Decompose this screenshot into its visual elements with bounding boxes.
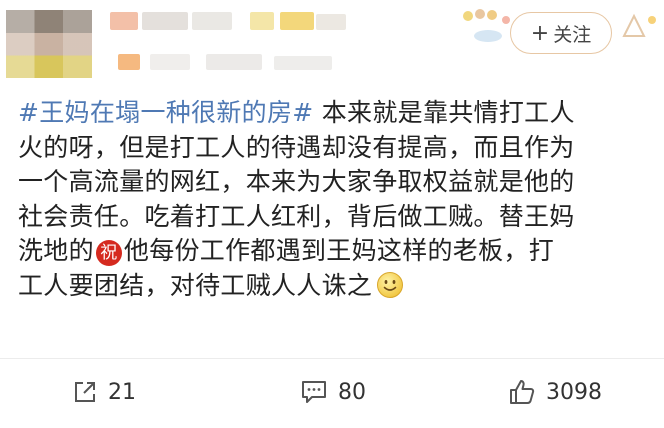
blurred-meta	[150, 54, 190, 70]
comment-button[interactable]: 80	[300, 374, 366, 410]
post-header: + 关注	[0, 0, 664, 90]
decoration-icon	[622, 13, 656, 37]
thumbs-up-icon	[510, 380, 535, 404]
post-line: 火的呀，但是打工人的待遇却没有提高，而且作为	[18, 132, 575, 162]
blurred-meta	[206, 54, 262, 70]
post-line: #王妈在塌一种很新的房# 本来就是靠共情打工人	[18, 96, 648, 131]
post-line: 一个高流量的网红，本来为大家争取权益就是他的	[18, 167, 575, 196]
divider	[0, 358, 664, 359]
post-line: 工人要团结，对待工贼人人诛之	[18, 269, 648, 304]
follow-button[interactable]: + 关注	[510, 12, 612, 54]
blurred-meta	[118, 54, 140, 70]
repost-count: 21	[108, 379, 136, 405]
blurred-username[interactable]	[192, 12, 232, 30]
blurred-username[interactable]	[316, 14, 346, 30]
blurred-username[interactable]	[280, 12, 314, 30]
action-bar: 21 80 3098	[0, 362, 664, 422]
badge-icon	[463, 9, 510, 42]
like-count: 3098	[546, 379, 602, 405]
comment-icon	[302, 381, 326, 403]
blessing-emoji-icon: 祝	[95, 240, 122, 266]
post-line: 社会责任。吃着打工人红利，背后做工贼。替王妈	[18, 201, 575, 231]
post-text: 工人要团结，对待工贼人人诛之	[18, 270, 373, 300]
blurred-meta	[274, 56, 332, 70]
post-content: #王妈在塌一种很新的房# 本来就是靠共情打工人 火的呀，但是打工人的待遇却没有提…	[18, 96, 648, 303]
share-icon	[75, 382, 95, 402]
post-text: 洗地的	[18, 236, 94, 265]
blurred-username[interactable]	[250, 12, 274, 30]
comment-count: 80	[338, 379, 366, 405]
hashtag-link[interactable]: #王妈在塌一种很新的房#	[18, 98, 314, 127]
post-text: 本来就是靠共情打工人	[321, 98, 575, 127]
avatar[interactable]	[6, 10, 92, 78]
like-button[interactable]: 3098	[508, 374, 602, 410]
plus-icon: +	[530, 20, 550, 46]
post-line: 洗地的祝他每份工作都遇到王妈这样的老板，打	[18, 234, 648, 269]
smile-emoji-icon	[377, 271, 404, 298]
post-text: 他每份工作都遇到王妈这样的老板，打	[123, 236, 555, 265]
blurred-username[interactable]	[110, 12, 138, 30]
repost-button[interactable]: 21	[72, 374, 136, 410]
follow-label: 关注	[553, 23, 592, 46]
blurred-username[interactable]	[142, 12, 188, 30]
